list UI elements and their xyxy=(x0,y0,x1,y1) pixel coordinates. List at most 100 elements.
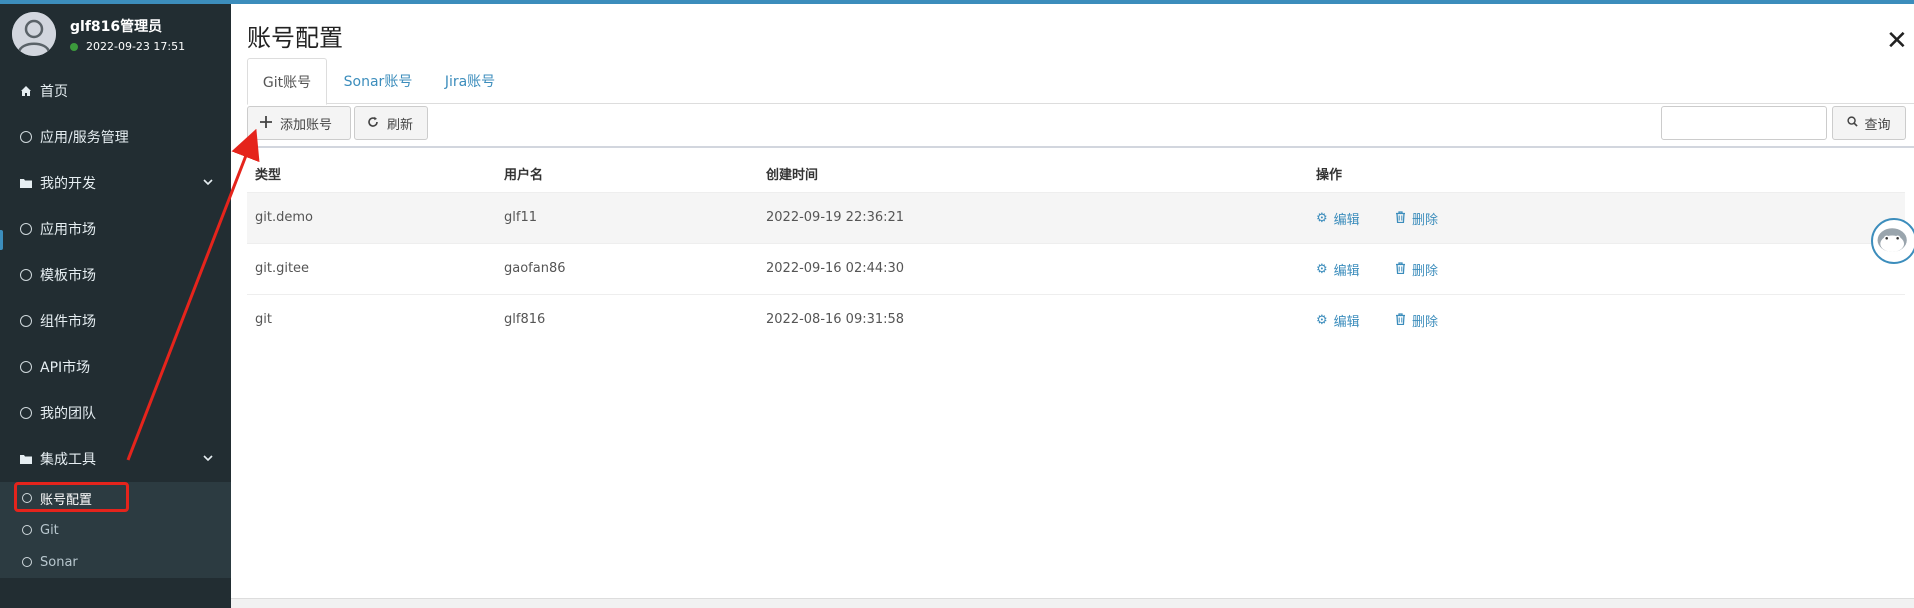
table-header: 类型 用户名 创建时间 操作 xyxy=(247,152,1914,192)
folder-icon xyxy=(20,453,32,465)
edit-button[interactable]: ⚙ 编辑 xyxy=(1316,209,1360,228)
sidebar-item-label: 组件市场 xyxy=(40,314,96,330)
gear-icon: ⚙ xyxy=(1316,211,1328,226)
trash-icon xyxy=(1395,261,1406,278)
delete-button[interactable]: 删除 xyxy=(1395,260,1438,279)
cell-type: git.gitee xyxy=(255,261,310,276)
cell-type: git xyxy=(255,312,272,327)
search-label: 查询 xyxy=(1864,117,1891,133)
cell-type: git.demo xyxy=(255,210,313,225)
search-button[interactable]: 查询 xyxy=(1832,106,1906,140)
sidebar-item-home[interactable]: 首页 xyxy=(0,68,231,114)
table-row: git.gitee gaofan86 2022-09-16 02:44:30 ⚙… xyxy=(247,243,1905,294)
assistant-robot-icon[interactable] xyxy=(1871,218,1914,264)
circle-icon xyxy=(20,361,32,373)
circle-icon xyxy=(20,131,32,143)
cell-username: gaofan86 xyxy=(504,261,566,276)
column-header-type: 类型 xyxy=(255,168,282,183)
sidebar-item-label: API市场 xyxy=(40,360,91,376)
sidebar-subitem-label: Sonar xyxy=(40,554,78,570)
trash-icon xyxy=(1395,210,1406,227)
column-header-created: 创建时间 xyxy=(766,168,819,183)
column-header-actions: 操作 xyxy=(1316,168,1343,183)
sidebar-subitem-label: Git xyxy=(40,522,59,538)
trash-icon xyxy=(1395,312,1406,329)
refresh-label: 刷新 xyxy=(387,117,414,133)
refresh-icon xyxy=(367,114,379,132)
sidebar-item-label: 应用市场 xyxy=(40,222,96,238)
sidebar-item-label: 我的团队 xyxy=(40,406,96,422)
sidebar-item-label: 模板市场 xyxy=(40,268,96,284)
tab-bar: Git账号 Sonar账号 Jira账号 xyxy=(247,58,1914,105)
table-divider xyxy=(247,146,1914,148)
avatar[interactable] xyxy=(12,12,56,56)
chevron-down-icon xyxy=(203,451,213,467)
gear-icon: ⚙ xyxy=(1316,313,1328,328)
gear-icon: ⚙ xyxy=(1316,262,1328,277)
sidebar-item-integration-tools[interactable]: 集成工具 xyxy=(0,436,231,482)
user-panel: glf816管理员 2022-09-23 17:51 xyxy=(0,4,231,68)
sidebar-subitem-sonar[interactable]: Sonar xyxy=(0,546,231,578)
search-icon xyxy=(1847,115,1859,131)
sidebar-item-app-service[interactable]: 应用/服务管理 xyxy=(0,114,231,160)
tab-git-account[interactable]: Git账号 xyxy=(247,58,327,105)
sidebar-item-api-market[interactable]: API市场 xyxy=(0,344,231,390)
column-header-username: 用户名 xyxy=(504,168,544,183)
circle-icon xyxy=(22,525,32,535)
delete-label: 删除 xyxy=(1412,315,1439,330)
delete-label: 删除 xyxy=(1412,264,1439,279)
user-status: 2022-09-23 17:51 xyxy=(70,40,185,53)
edge-indicator xyxy=(0,230,3,250)
circle-icon xyxy=(20,407,32,419)
edit-button[interactable]: ⚙ 编辑 xyxy=(1316,311,1360,330)
chevron-down-icon xyxy=(203,175,213,191)
edit-label: 编辑 xyxy=(1333,315,1360,330)
delete-button[interactable]: 删除 xyxy=(1395,311,1438,330)
cell-username: glf11 xyxy=(504,210,537,225)
user-avatar-icon xyxy=(12,12,56,56)
close-icon[interactable]: ✕ xyxy=(1886,28,1908,54)
add-account-button[interactable]: 添加账号 xyxy=(247,106,351,140)
circle-icon xyxy=(20,223,32,235)
delete-label: 删除 xyxy=(1412,213,1439,228)
tab-jira-account[interactable]: Jira账号 xyxy=(425,58,515,104)
user-name: glf816管理员 xyxy=(70,19,163,35)
sidebar-item-my-team[interactable]: 我的团队 xyxy=(0,390,231,436)
plus-icon xyxy=(260,114,272,132)
sidebar-item-component-market[interactable]: 组件市场 xyxy=(0,298,231,344)
sidebar-subitem-git[interactable]: Git xyxy=(0,514,231,546)
sidebar-item-label: 我的开发 xyxy=(40,176,96,192)
add-account-label: 添加账号 xyxy=(280,117,333,133)
refresh-button[interactable]: 刷新 xyxy=(354,106,428,140)
edit-label: 编辑 xyxy=(1333,213,1360,228)
edit-label: 编辑 xyxy=(1333,264,1360,279)
sidebar-item-template-market[interactable]: 模板市场 xyxy=(0,252,231,298)
tab-sonar-account[interactable]: Sonar账号 xyxy=(331,58,425,104)
home-icon xyxy=(20,85,32,97)
sidebar-item-my-dev[interactable]: 我的开发 xyxy=(0,160,231,206)
search-input[interactable] xyxy=(1661,106,1827,140)
horizontal-scrollbar[interactable] xyxy=(231,598,1914,608)
main-panel: 账号配置 ✕ Git账号 Sonar账号 Jira账号 添加账号 刷新 查询 类… xyxy=(231,4,1914,598)
table-row: git glf816 2022-08-16 09:31:58 ⚙ 编辑 删除 xyxy=(247,294,1905,345)
delete-button[interactable]: 删除 xyxy=(1395,209,1438,228)
circle-icon xyxy=(22,557,32,567)
page-title: 账号配置 xyxy=(247,24,343,52)
cell-username: glf816 xyxy=(504,312,546,327)
sidebar-item-label: 应用/服务管理 xyxy=(40,130,129,146)
login-timestamp: 2022-09-23 17:51 xyxy=(86,40,186,53)
table-row: git.demo glf11 2022-09-19 22:36:21 ⚙ 编辑 … xyxy=(247,192,1905,243)
edit-button[interactable]: ⚙ 编辑 xyxy=(1316,260,1360,279)
sidebar: glf816管理员 2022-09-23 17:51 首页 应用/服务管理 我的… xyxy=(0,4,231,608)
circle-icon xyxy=(20,315,32,327)
sidebar-item-label: 首页 xyxy=(40,84,68,100)
cell-created: 2022-09-16 02:44:30 xyxy=(766,261,905,276)
folder-icon xyxy=(20,177,32,189)
cell-created: 2022-09-19 22:36:21 xyxy=(766,210,905,225)
sidebar-item-app-market[interactable]: 应用市场 xyxy=(0,206,231,252)
sidebar-item-label: 集成工具 xyxy=(40,452,96,468)
online-status-icon xyxy=(70,42,78,51)
circle-icon xyxy=(20,269,32,281)
annotation-highlight-box xyxy=(14,482,129,512)
cell-created: 2022-08-16 09:31:58 xyxy=(766,312,905,327)
